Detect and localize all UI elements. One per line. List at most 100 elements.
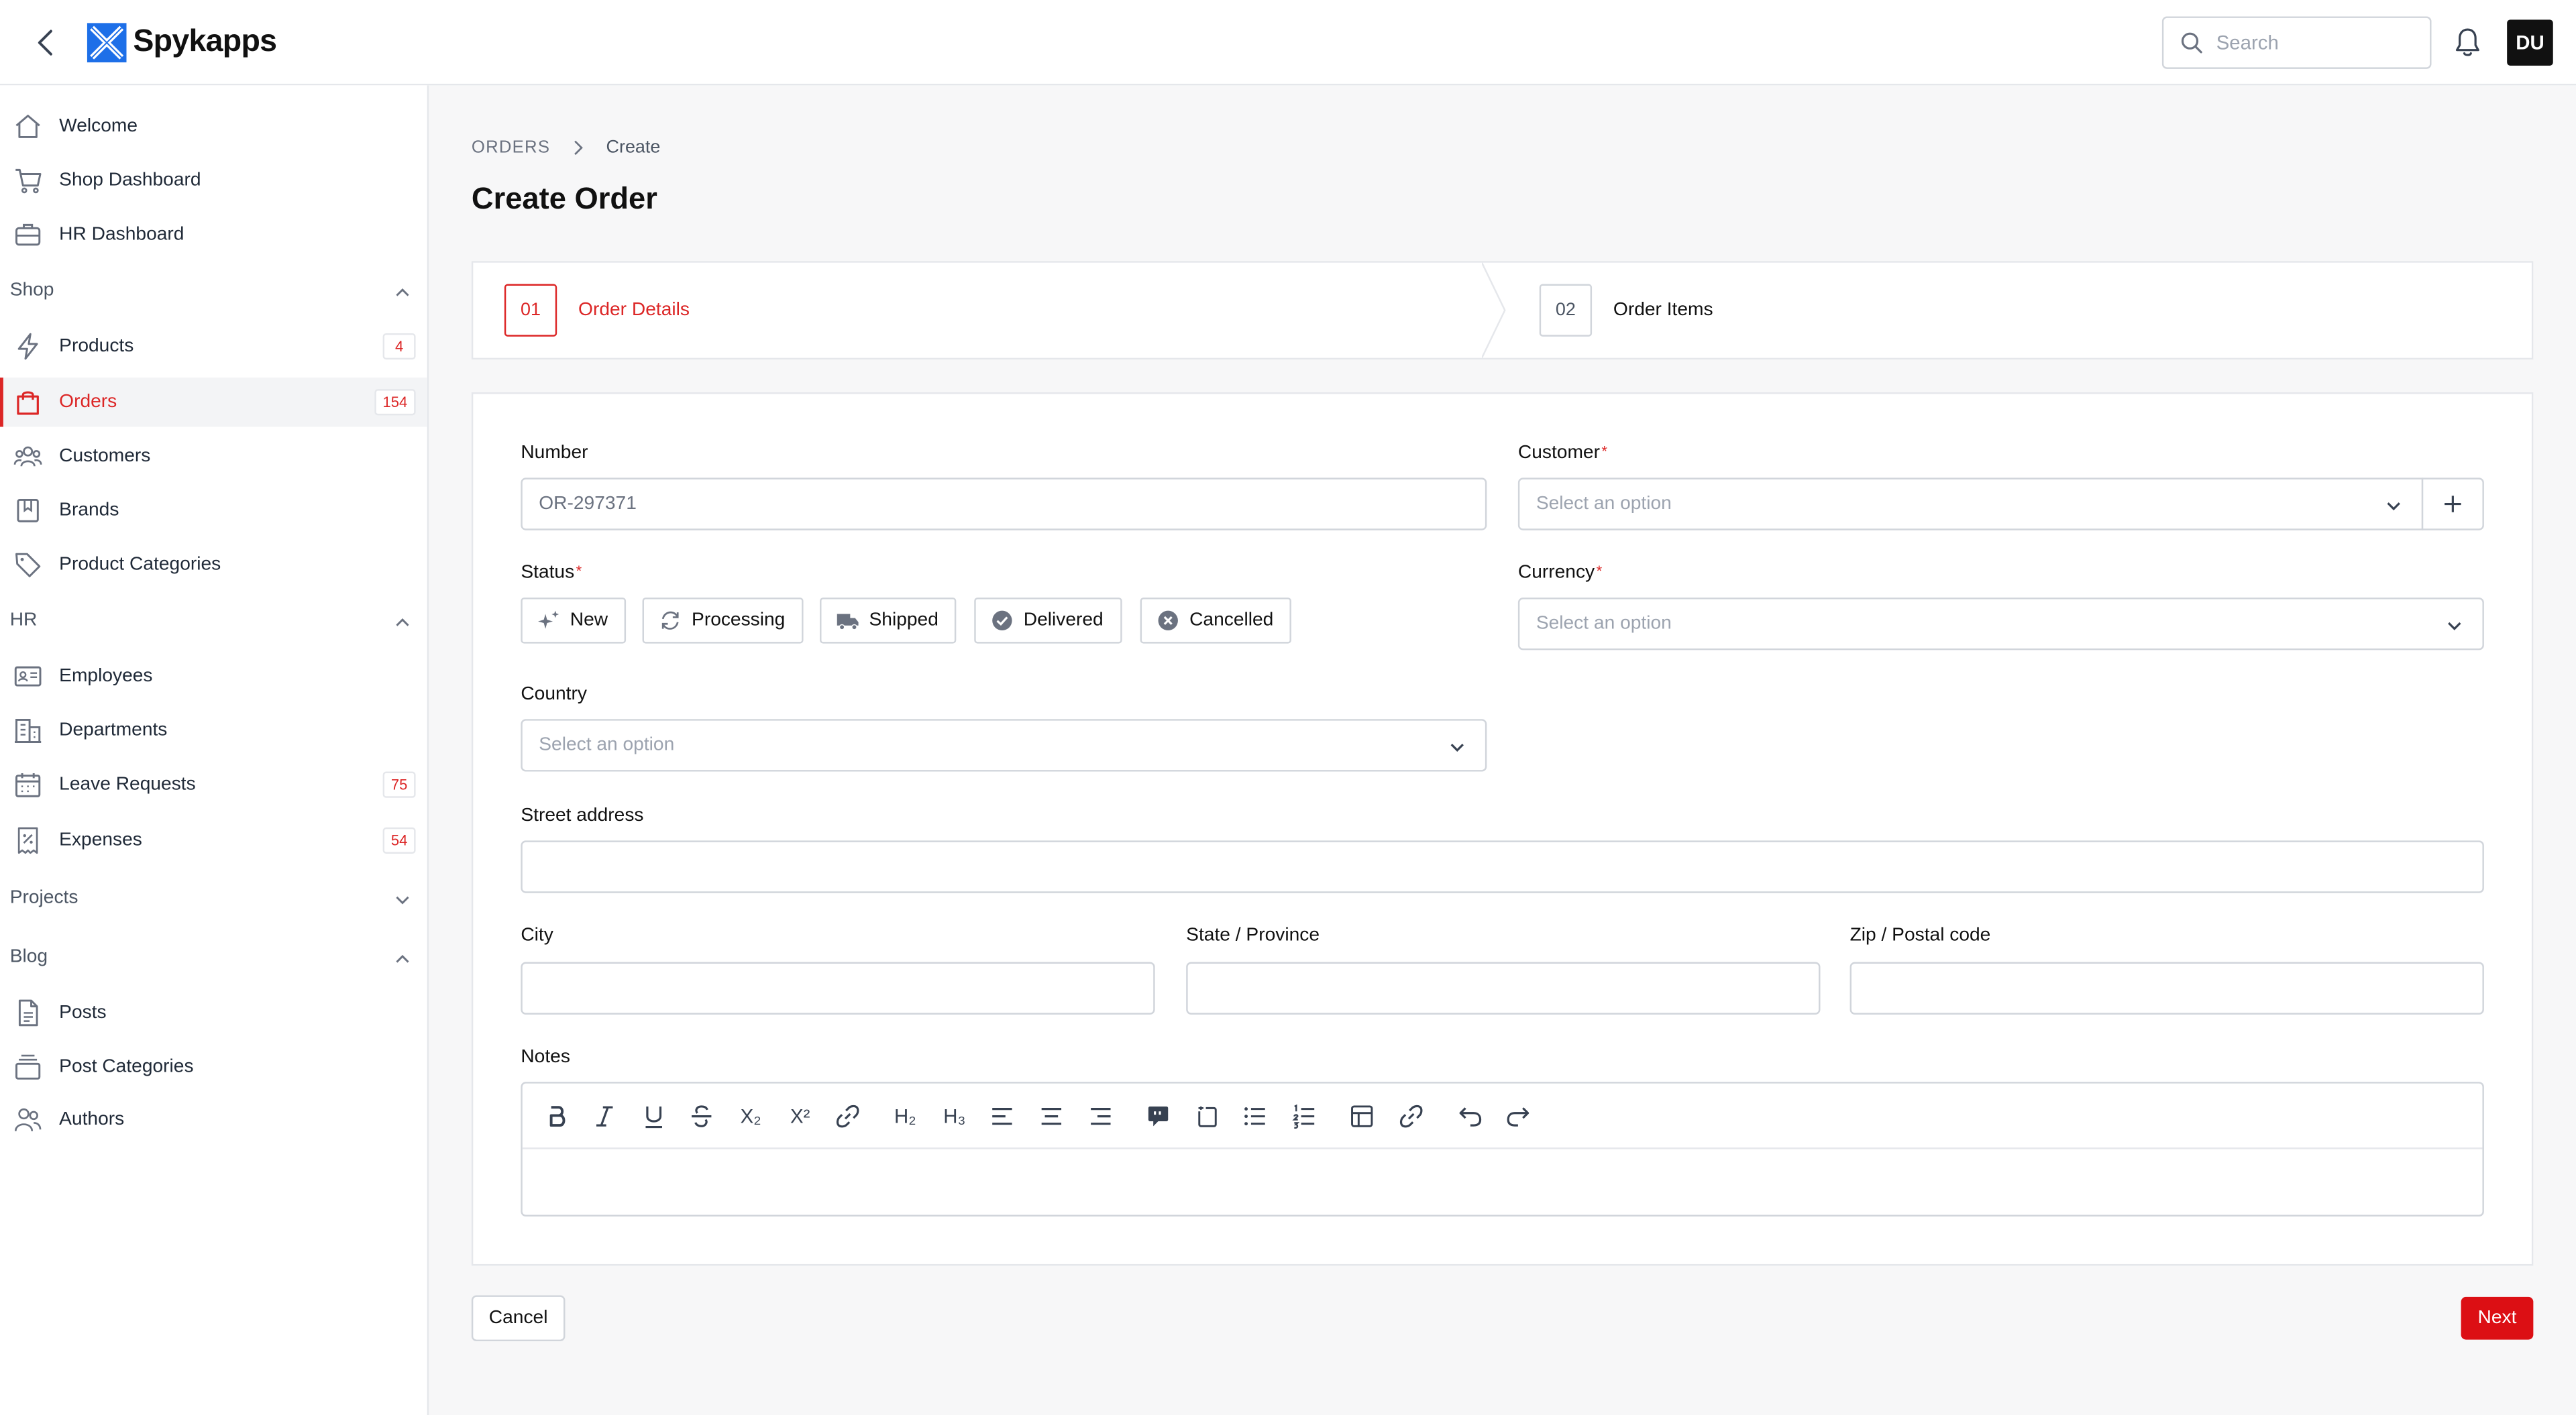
status-option-label: Processing xyxy=(692,611,785,630)
country-label: Country xyxy=(521,685,587,704)
zip-input[interactable] xyxy=(1868,978,2466,998)
state-input[interactable] xyxy=(1204,978,1802,998)
refresh-icon xyxy=(659,609,682,632)
search-input[interactable] xyxy=(2216,32,2397,54)
sidebar-group-shop[interactable]: Shop xyxy=(0,274,427,310)
code-block-button[interactable] xyxy=(1193,1102,1222,1131)
sidebar: Welcome Shop Dashboard HR Dashboard Shop xyxy=(0,85,429,1415)
align-center-button[interactable] xyxy=(1036,1102,1066,1131)
city-input[interactable] xyxy=(539,978,1136,998)
link-icon xyxy=(835,1103,861,1129)
step-order-details[interactable]: 01 Order Details xyxy=(504,263,690,358)
city-field[interactable] xyxy=(521,962,1155,1015)
sidebar-item-leave-requests[interactable]: Leave Requests 75 xyxy=(0,760,427,809)
step-label: Order Details xyxy=(578,300,690,320)
align-left-button[interactable] xyxy=(987,1102,1017,1131)
app-logo[interactable]: Spykapps xyxy=(87,23,277,62)
table-icon xyxy=(1349,1103,1375,1129)
search-box[interactable] xyxy=(2162,16,2432,68)
next-button[interactable]: Next xyxy=(2461,1297,2534,1340)
paperclip-link-icon xyxy=(1398,1103,1424,1129)
status-option-label: Delivered xyxy=(1024,611,1104,630)
wizard-steps: 01 Order Details 02 Order Items xyxy=(472,261,2533,359)
sidebar-item-hr-dashboard[interactable]: HR Dashboard xyxy=(0,210,427,259)
attach-link-button[interactable] xyxy=(1397,1102,1426,1131)
table-button[interactable] xyxy=(1347,1102,1377,1131)
notifications-bell-icon[interactable] xyxy=(2453,26,2482,59)
sidebar-item-products[interactable]: Products 4 xyxy=(0,322,427,371)
street-address-label: Street address xyxy=(521,806,643,826)
sidebar-group-projects[interactable]: Projects xyxy=(0,882,427,918)
bullet-list-button[interactable] xyxy=(1240,1102,1270,1131)
x-circle-icon xyxy=(1157,609,1179,632)
strikethrough-button[interactable] xyxy=(687,1102,716,1131)
sidebar-item-post-categories[interactable]: Post Categories xyxy=(0,1042,427,1091)
sidebar-group-blog[interactable]: Blog xyxy=(0,941,427,977)
breadcrumb-orders-link[interactable]: ORDERS xyxy=(472,138,550,158)
superscript-icon: X² xyxy=(790,1105,810,1128)
heading-3-button[interactable]: H₃ xyxy=(940,1102,969,1131)
sidebar-item-employees[interactable]: Employees xyxy=(0,652,427,701)
number-input[interactable] xyxy=(539,494,1468,514)
bold-button[interactable] xyxy=(542,1102,572,1131)
country-select[interactable]: Select an option xyxy=(521,719,1487,771)
status-option-new[interactable]: New xyxy=(521,598,626,644)
sidebar-item-welcome[interactable]: Welcome xyxy=(0,102,427,151)
number-field[interactable] xyxy=(521,477,1487,530)
italic-button[interactable] xyxy=(590,1102,619,1131)
editor-toolbar: X₂ X² H₂ H₃ xyxy=(523,1084,2483,1149)
back-arrow-icon[interactable] xyxy=(30,25,62,61)
undo-button[interactable] xyxy=(1456,1102,1485,1131)
heading-2-button[interactable]: H₂ xyxy=(890,1102,920,1131)
sidebar-item-customers[interactable]: Customers xyxy=(0,432,427,481)
subscript-button[interactable]: X₂ xyxy=(736,1102,765,1131)
customer-select[interactable]: Select an option xyxy=(1518,477,2423,530)
sidebar-item-departments[interactable]: Departments xyxy=(0,706,427,755)
tag-icon xyxy=(13,550,43,579)
code-block-icon xyxy=(1194,1103,1220,1129)
redo-icon xyxy=(1505,1103,1531,1129)
sidebar-item-authors[interactable]: Authors xyxy=(0,1095,427,1144)
notes-editor-content[interactable] xyxy=(523,1151,2483,1214)
state-field[interactable] xyxy=(1186,962,1820,1015)
status-option-cancelled[interactable]: Cancelled xyxy=(1140,598,1292,644)
customer-placeholder: Select an option xyxy=(1536,494,1672,514)
align-right-button[interactable] xyxy=(1086,1102,1116,1131)
align-left-icon xyxy=(989,1103,1015,1129)
page-title: Create Order xyxy=(472,180,657,217)
sidebar-item-product-categories[interactable]: Product Categories xyxy=(0,540,427,589)
briefcase-icon xyxy=(13,220,43,249)
redo-button[interactable] xyxy=(1503,1102,1533,1131)
underline-button[interactable] xyxy=(639,1102,669,1131)
check-badge-icon xyxy=(991,609,1014,632)
status-option-processing[interactable]: Processing xyxy=(643,598,804,644)
currency-select[interactable]: Select an option xyxy=(1518,598,2484,650)
street-address-input[interactable] xyxy=(539,857,2466,876)
status-option-shipped[interactable]: Shipped xyxy=(820,598,957,644)
add-customer-button[interactable] xyxy=(2422,477,2484,530)
numbered-list-button[interactable] xyxy=(1289,1102,1319,1131)
street-address-field[interactable] xyxy=(521,840,2484,893)
user-avatar[interactable]: DU xyxy=(2507,19,2553,66)
logo-icon xyxy=(87,23,127,62)
step-order-items[interactable]: 02 Order Items xyxy=(1540,263,1713,358)
link-button[interactable] xyxy=(833,1102,863,1131)
chevron-down-icon xyxy=(2447,617,2463,633)
sidebar-item-posts[interactable]: Posts xyxy=(0,988,427,1037)
sidebar-item-label: Employees xyxy=(59,667,152,686)
state-label: State / Province xyxy=(1186,926,1320,946)
sidebar-group-hr[interactable]: HR xyxy=(0,604,427,640)
count-badge: 75 xyxy=(383,772,416,798)
status-option-delivered[interactable]: Delivered xyxy=(974,598,1121,644)
sidebar-item-brands[interactable]: Brands xyxy=(0,486,427,535)
zip-field[interactable] xyxy=(1850,962,2484,1015)
superscript-button[interactable]: X² xyxy=(786,1102,815,1131)
sidebar-item-orders[interactable]: Orders 154 xyxy=(0,378,427,427)
blockquote-button[interactable] xyxy=(1144,1102,1173,1131)
sidebar-item-expenses[interactable]: Expenses 54 xyxy=(0,816,427,865)
sidebar-item-shop-dashboard[interactable]: Shop Dashboard xyxy=(0,156,427,205)
building-icon xyxy=(13,716,43,745)
sidebar-group-label: Blog xyxy=(10,947,48,966)
cancel-button[interactable]: Cancel xyxy=(472,1295,566,1341)
bullet-list-icon xyxy=(1242,1103,1268,1129)
